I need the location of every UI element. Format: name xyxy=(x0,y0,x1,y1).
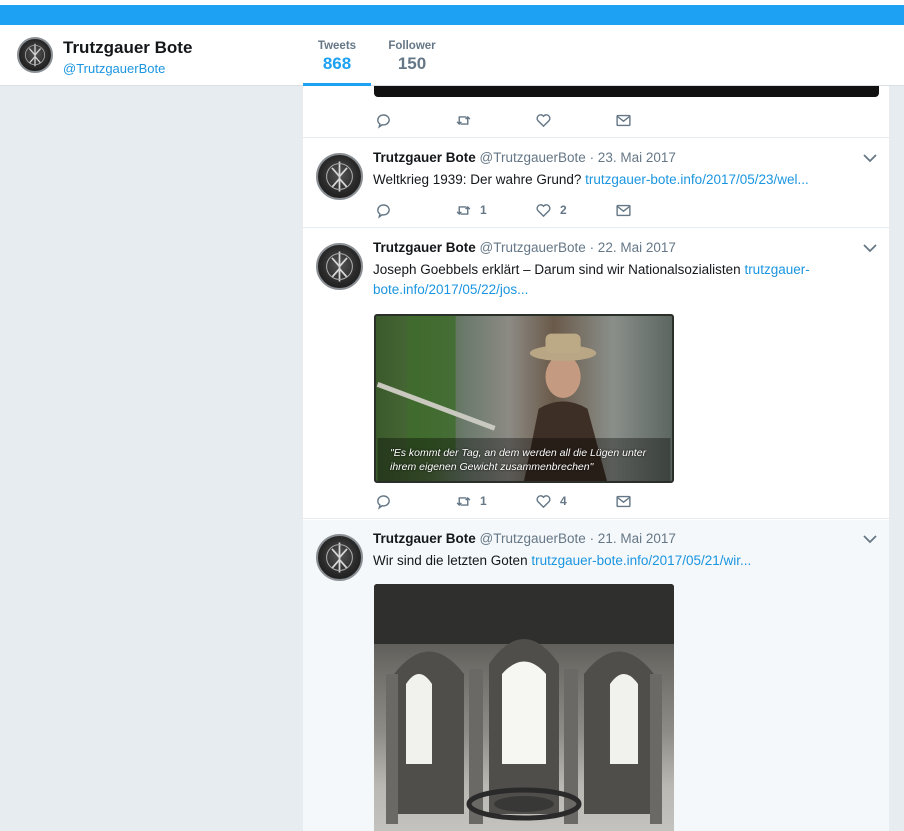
tweet-date[interactable]: · 23. Mai 2017 xyxy=(590,150,676,165)
top-bar-accent xyxy=(0,5,904,25)
chevron-down-icon[interactable] xyxy=(863,534,877,544)
reply-icon xyxy=(377,494,390,510)
direct-message-button[interactable] xyxy=(615,491,632,511)
rune-emblem-icon xyxy=(326,542,353,573)
reply-icon xyxy=(377,203,390,219)
profile-bar: Trutzgauer Bote @TrutzgauerBote Tweets 8… xyxy=(0,26,904,86)
direct-message-button[interactable] xyxy=(615,200,632,220)
like-icon xyxy=(536,113,551,127)
tweet-avatar[interactable] xyxy=(316,534,363,581)
stat-followers-value: 150 xyxy=(397,54,427,73)
tweet[interactable]: Trutzgauer Bote @TrutzgauerBote · 23. Ma… xyxy=(303,139,889,228)
stat-tweets-value: 868 xyxy=(322,54,352,73)
retweet-icon xyxy=(456,115,471,125)
tweet[interactable]: Trutzgauer Bote @TrutzgauerBote · 21. Ma… xyxy=(303,520,889,831)
tweet-author-handle[interactable]: @TrutzgauerBote xyxy=(480,531,586,546)
reply-button[interactable] xyxy=(375,200,392,220)
tweet-partial[interactable] xyxy=(303,86,889,138)
tweet-text: Wir sind die letzten Goten trutzgauer-bo… xyxy=(373,551,843,571)
tweet-photo[interactable] xyxy=(374,584,674,831)
tweet-link[interactable]: trutzgauer-bote.info/2017/05/23/wel... xyxy=(585,172,809,187)
direct-message-icon xyxy=(616,114,631,126)
profile-avatar[interactable] xyxy=(17,37,53,73)
like-icon xyxy=(536,203,551,217)
retweet-count: 1 xyxy=(480,203,487,217)
photo-scene xyxy=(374,584,674,824)
tweet-link[interactable]: trutzgauer-bote.info/2017/05/21/wir... xyxy=(531,553,751,568)
rune-emblem-icon xyxy=(25,43,45,67)
tweet-feed: Trutzgauer Bote @TrutzgauerBote · 23. Ma… xyxy=(303,86,889,831)
direct-message-icon xyxy=(616,495,631,507)
like-count: 4 xyxy=(560,494,567,508)
stat-followers[interactable]: Follower 150 xyxy=(380,40,444,74)
direct-message-icon xyxy=(616,204,631,216)
reply-button[interactable] xyxy=(375,110,392,130)
retweet-button[interactable]: 1 xyxy=(455,491,487,511)
tweet-body: Weltkrieg 1939: Der wahre Grund? xyxy=(373,172,582,187)
tweet-actions xyxy=(375,110,675,130)
chevron-down-icon[interactable] xyxy=(863,243,877,253)
tweet-header: Trutzgauer Bote @TrutzgauerBote · 22. Ma… xyxy=(373,240,676,255)
profile-name[interactable]: Trutzgauer Bote xyxy=(63,38,192,58)
tweet-header: Trutzgauer Bote @TrutzgauerBote · 21. Ma… xyxy=(373,531,676,546)
scrollbar-track[interactable] xyxy=(889,86,904,831)
direct-message-button[interactable] xyxy=(615,110,632,130)
retweet-icon xyxy=(456,496,471,506)
tweet[interactable]: Trutzgauer Bote @TrutzgauerBote · 22. Ma… xyxy=(303,229,889,519)
reply-button[interactable] xyxy=(375,491,392,511)
like-button[interactable]: 2 xyxy=(535,200,567,220)
tweet-author-handle[interactable]: @TrutzgauerBote xyxy=(480,150,586,165)
tweet-author-handle[interactable]: @TrutzgauerBote xyxy=(480,240,586,255)
tweet-author-name[interactable]: Trutzgauer Bote xyxy=(373,240,476,255)
tweet-header: Trutzgauer Bote @TrutzgauerBote · 23. Ma… xyxy=(373,150,676,165)
stat-tweets[interactable]: Tweets 868 xyxy=(303,40,371,86)
tweet-avatar[interactable] xyxy=(316,243,363,290)
tweet-media[interactable] xyxy=(374,86,879,97)
retweet-button[interactable] xyxy=(455,110,472,130)
rune-emblem-icon xyxy=(326,251,353,282)
tweet-body: Joseph Goebbels erklärt – Darum sind wir… xyxy=(373,262,741,277)
retweet-count: 1 xyxy=(480,494,487,508)
like-icon xyxy=(536,494,551,508)
tweet-author-name[interactable]: Trutzgauer Bote xyxy=(373,531,476,546)
rune-emblem-icon xyxy=(326,161,353,192)
tweet-body: Wir sind die letzten Goten xyxy=(373,553,528,568)
retweet-icon xyxy=(456,205,471,215)
tweet-date[interactable]: · 22. Mai 2017 xyxy=(590,240,676,255)
like-button[interactable] xyxy=(535,110,552,130)
tweet-text: Weltkrieg 1939: Der wahre Grund? trutzga… xyxy=(373,170,843,190)
tweet-photo[interactable]: "Es kommt der Tag, an dem werden all die… xyxy=(374,314,674,483)
photo-caption: "Es kommt der Tag, an dem werden all die… xyxy=(390,447,647,473)
tweet-text: Joseph Goebbels erklärt – Darum sind wir… xyxy=(373,260,833,300)
tweet-avatar[interactable] xyxy=(316,153,363,200)
profile-handle[interactable]: @TrutzgauerBote xyxy=(63,61,165,76)
reply-icon xyxy=(377,113,390,129)
stat-followers-label: Follower xyxy=(388,40,436,52)
stat-tweets-label: Tweets xyxy=(317,40,357,52)
tweet-actions: 1 2 xyxy=(375,200,675,220)
like-count: 2 xyxy=(560,203,567,217)
retweet-button[interactable]: 1 xyxy=(455,200,487,220)
tweet-date[interactable]: · 21. Mai 2017 xyxy=(590,531,676,546)
chevron-down-icon[interactable] xyxy=(863,153,877,163)
like-button[interactable]: 4 xyxy=(535,491,567,511)
tweet-actions: 1 4 xyxy=(375,491,675,511)
top-bar xyxy=(0,0,904,26)
tweet-author-name[interactable]: Trutzgauer Bote xyxy=(373,150,476,165)
